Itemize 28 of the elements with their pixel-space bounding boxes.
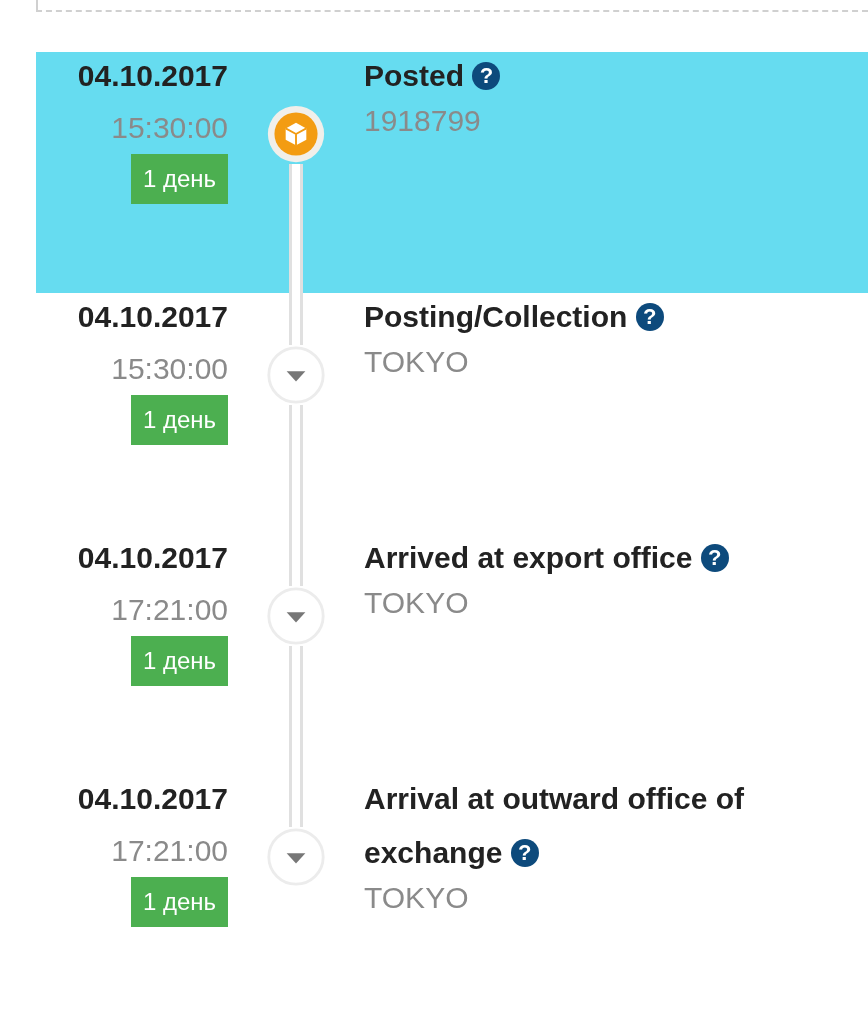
duration-badge: 1 день — [130, 877, 228, 927]
help-icon[interactable]: ? — [472, 62, 501, 90]
caret-marker-icon — [266, 827, 326, 887]
event-time: 17:21:00 — [111, 833, 228, 869]
duration-badge: 1 день — [130, 636, 228, 686]
event-date: 04.10.2017 — [77, 299, 228, 335]
event-time: 15:30:00 — [111, 110, 228, 146]
help-icon[interactable]: ? — [700, 544, 729, 572]
package-marker-icon — [266, 104, 326, 164]
event-title: Arrival at outward office of exchange ? — [364, 781, 746, 871]
duration-badge: 1 день — [130, 395, 228, 445]
help-icon[interactable]: ? — [635, 303, 664, 331]
caret-marker-icon — [266, 586, 326, 646]
event-title: Posted ? — [364, 49, 848, 103]
event-detail: TOKYO — [364, 344, 470, 380]
event-date: 04.10.2017 — [77, 781, 228, 817]
event-title: Arrived at export office ? — [364, 531, 848, 585]
event-date: 04.10.2017 — [77, 58, 228, 94]
event-detail: TOKYO — [364, 585, 470, 621]
event-date: 04.10.2017 — [77, 540, 228, 576]
event-time: 17:21:00 — [111, 592, 228, 628]
caret-marker-icon — [266, 345, 326, 405]
help-icon[interactable]: ? — [510, 839, 539, 867]
event-time: 15:30:00 — [111, 351, 228, 387]
duration-badge: 1 день — [130, 154, 228, 204]
event-detail: TOKYO — [364, 880, 470, 916]
event-title: Posting/Collection ? — [364, 290, 848, 344]
event-detail: 1918799 — [364, 103, 482, 139]
